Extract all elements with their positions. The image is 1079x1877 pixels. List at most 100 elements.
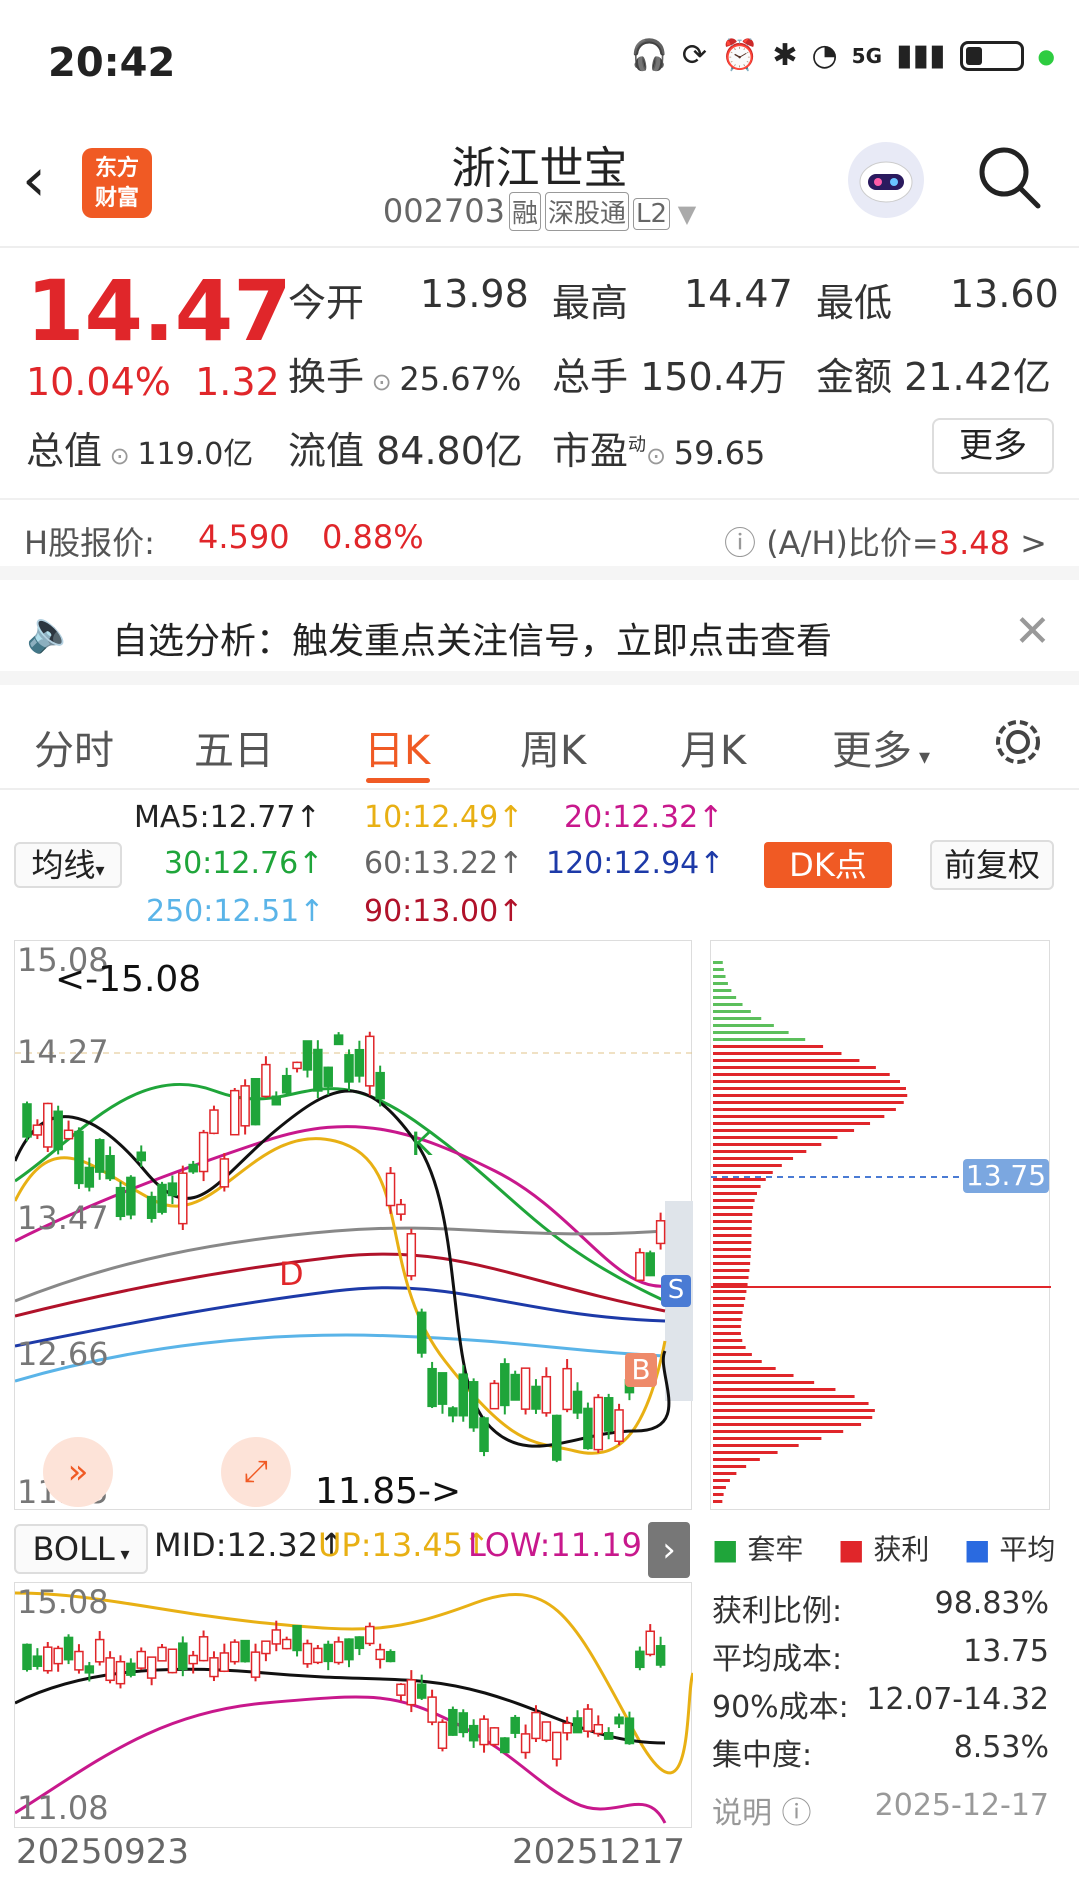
tab-daily[interactable]: 日K [364, 718, 430, 776]
candle [437, 1372, 448, 1405]
stat-profit-ratio-value: 98.83% [934, 1586, 1049, 1621]
stat-90-cost-label: 90%成本: [712, 1690, 849, 1725]
dropdown-icon: ▼ [670, 200, 697, 228]
candle [520, 1733, 531, 1754]
candle [84, 1166, 95, 1188]
candle [240, 1085, 250, 1127]
tab-monthly[interactable]: 月K [680, 718, 746, 776]
candle [22, 1643, 32, 1671]
candle [250, 1077, 261, 1126]
dk-point-button[interactable]: DK点 [764, 842, 892, 888]
candle [562, 1722, 572, 1734]
status-icons: 🎧 ⟳ ⏰ ✱ ◔ 5G ▮▮▮ ● [630, 38, 1055, 73]
chip-bar [713, 1262, 751, 1265]
wifi-icon: ◔ [811, 38, 838, 73]
chip-bar [713, 1465, 747, 1468]
chip-bar [713, 1304, 744, 1307]
next-indicator-icon[interactable]: › [648, 1522, 690, 1578]
legend-trapped: ■ 套牢 [712, 1533, 804, 1566]
adjust-button[interactable]: 前复权 [930, 840, 1054, 890]
ma-selector[interactable]: 均线▾ [14, 842, 122, 888]
assistant-robot-icon[interactable] [848, 142, 924, 218]
candle [53, 1110, 63, 1151]
tab-weekly[interactable]: 周K [520, 718, 586, 776]
candle [500, 1737, 510, 1754]
candle [313, 1647, 323, 1664]
avg-cost-label: 13.75 [963, 1159, 1049, 1193]
alarm-icon: ⏰ [720, 38, 759, 73]
signal-icon: ▮▮▮ [896, 38, 946, 73]
buy-signal[interactable]: B [625, 1353, 657, 1387]
chip-bar [713, 1227, 752, 1230]
chip-bar [713, 1339, 743, 1342]
chip-bar [713, 1199, 755, 1202]
candle [520, 1367, 531, 1410]
kline-chart[interactable]: 15.08 14.27 13.47 12.66 11.85 <-15.08 11… [13, 940, 693, 1512]
candle [209, 1109, 219, 1135]
chip-bar [713, 1332, 741, 1335]
chip-bar [713, 1157, 794, 1160]
boll-y-bottom: 11.08 [17, 1789, 109, 1827]
candle [551, 1731, 562, 1760]
candle [126, 1176, 136, 1216]
chip-bar [713, 1010, 751, 1013]
chip-bar [713, 1325, 741, 1328]
h-pct: 0.88% [322, 518, 424, 556]
tab-intraday[interactable]: 分时 [34, 718, 114, 776]
chip-bar [713, 1472, 737, 1475]
more-button[interactable]: 更多 [932, 418, 1054, 474]
candle [583, 1407, 593, 1450]
fullscreen-icon[interactable]: ⤢ [221, 1437, 291, 1507]
ah-ratio[interactable]: ⓘ (A/H)比价=3.48 > [724, 518, 1047, 564]
candle [94, 1139, 105, 1173]
candle [645, 1630, 655, 1656]
collapse-icon[interactable]: » [43, 1437, 113, 1507]
candle [562, 1367, 572, 1411]
candle [500, 1363, 510, 1407]
close-icon[interactable]: ✕ [1014, 606, 1051, 657]
settings-gear-icon[interactable] [990, 714, 1046, 774]
chip-bar [713, 1108, 896, 1111]
tab-more[interactable]: 更多 ▾ [832, 718, 930, 776]
speaker-icon: 🔈 [26, 609, 76, 655]
boll-chart[interactable]: 15.08 11.08 [14, 1582, 695, 1828]
red-square-icon: ■ [838, 1533, 865, 1566]
mktcap-row: 总值 ⊙ 119.0亿 [26, 429, 254, 473]
stat-concentration-value: 8.53% [953, 1730, 1049, 1765]
candle [603, 1397, 614, 1432]
candle [198, 1636, 209, 1662]
chip-distribution[interactable]: 13.75 [710, 940, 1051, 1510]
notice-bar[interactable]: 🔈 自选分析：触发重点关注信号，立即点击查看 ✕ [0, 590, 1079, 685]
explain-link[interactable]: 说明 ⓘ [712, 1788, 812, 1832]
candle [572, 1390, 583, 1414]
candle [375, 1648, 385, 1661]
search-icon[interactable] [976, 144, 1042, 210]
tab-5day[interactable]: 五日 [194, 718, 274, 776]
h-share-row[interactable]: H股报价: 4.590 0.88% ⓘ (A/H)比价=3.48 > [0, 500, 1079, 580]
candle [323, 1066, 333, 1087]
sell-signal[interactable]: S [661, 1275, 691, 1307]
float-row: 流值 84.80亿 [288, 429, 523, 473]
candle [385, 1172, 396, 1207]
candle [603, 1732, 614, 1740]
chip-bar [713, 1451, 778, 1454]
chip-bar [713, 1038, 806, 1041]
candle [385, 1650, 396, 1663]
candle [198, 1131, 209, 1173]
high-value: 14.47 [684, 272, 793, 316]
candle [229, 1641, 240, 1663]
candle [157, 1183, 167, 1213]
chip-bar [713, 1283, 748, 1286]
candle [645, 1252, 655, 1277]
candle [635, 1251, 645, 1282]
boll-mid: MID:12.32↑ [154, 1526, 345, 1564]
info-icon: ⊙ [364, 368, 400, 396]
indicator-selector[interactable]: BOLL ▾ [14, 1524, 148, 1574]
low-label: 最低 [816, 281, 893, 325]
d-signal: D [279, 1255, 304, 1293]
candle [416, 1683, 427, 1699]
candle [250, 1651, 261, 1678]
chip-bar [713, 1115, 885, 1118]
network-label: 5G [851, 43, 883, 68]
candle [427, 1367, 437, 1408]
